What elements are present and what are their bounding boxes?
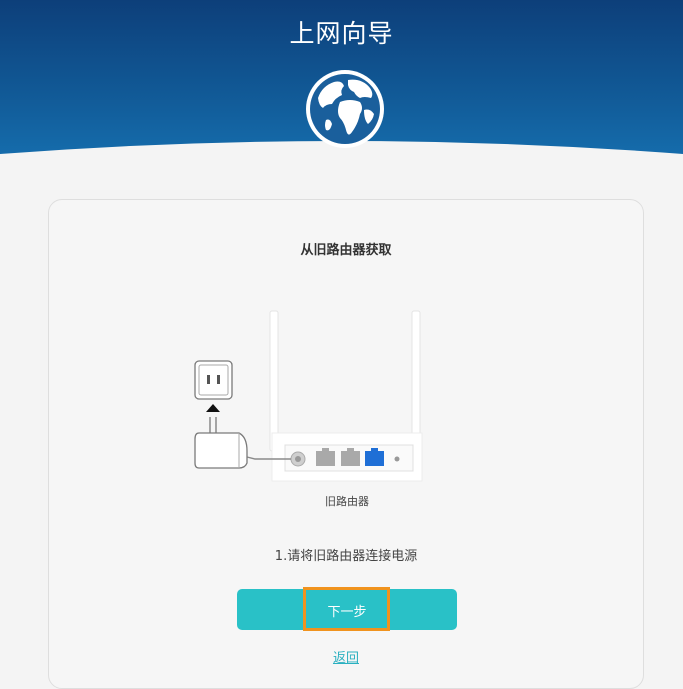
- power-adapter-icon: [194, 417, 248, 469]
- card-title: 从旧路由器获取: [300, 243, 392, 258]
- globe-icon: [306, 70, 384, 148]
- up-arrow-icon: [206, 404, 220, 412]
- page-title: 上网向导: [289, 19, 394, 48]
- header-banner: 上网向导: [0, 0, 683, 168]
- step-instruction: 1.请将旧路由器连接电源: [274, 549, 418, 564]
- next-button[interactable]: [237, 589, 457, 630]
- router-illustration: [194, 310, 423, 482]
- router-icon: [269, 310, 423, 482]
- back-link[interactable]: 返回: [296, 647, 396, 666]
- device-caption: 旧路由器: [325, 495, 369, 508]
- power-socket-icon: [194, 360, 233, 400]
